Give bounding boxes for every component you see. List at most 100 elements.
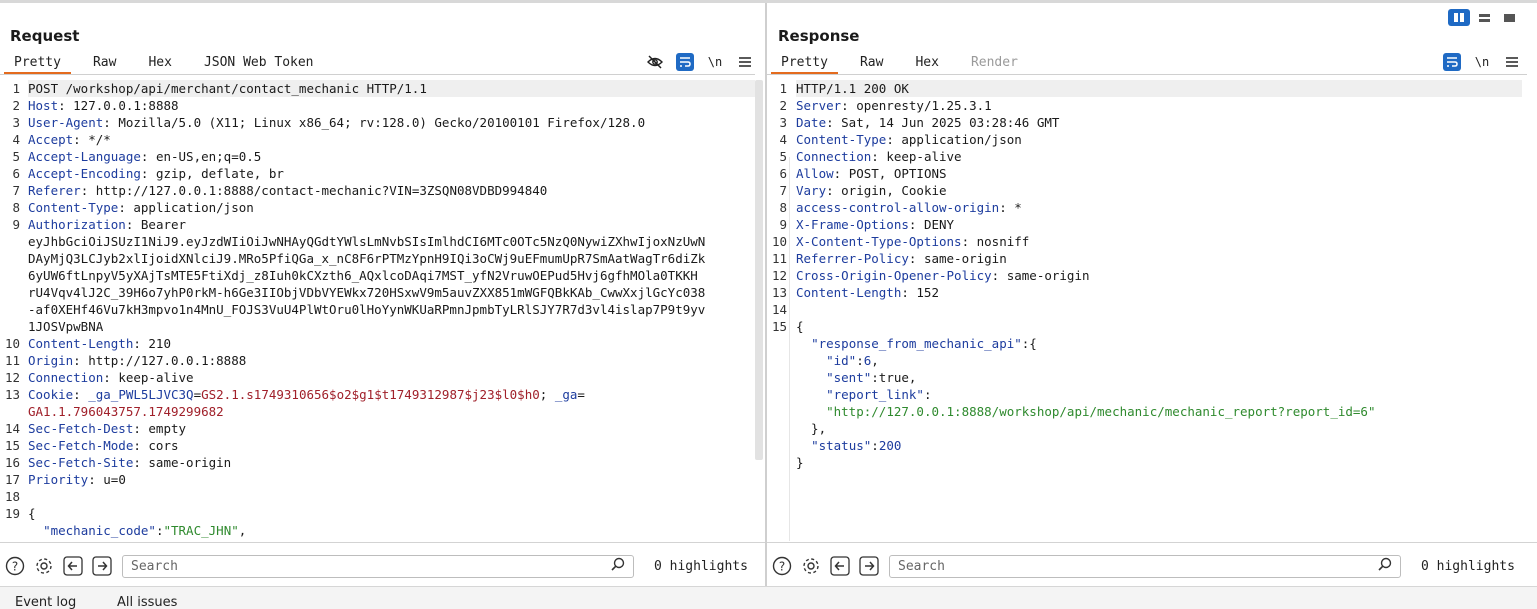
request-line-number (0, 522, 20, 539)
request-line-number: 3 (12, 115, 20, 130)
response-code-line: HTTP/1.1 200 OK (796, 80, 1522, 97)
response-tab-underline (767, 74, 1527, 75)
header-name: User-Agent (28, 115, 104, 130)
request-line-number: 1 (12, 81, 20, 96)
request-tab-json-web-token[interactable]: JSON Web Token (194, 53, 324, 74)
request-line-number (0, 250, 20, 267)
header-name: Referer (28, 183, 81, 198)
response-code-line: Date: Sat, 14 Jun 2025 03:28:46 GMT (796, 114, 1522, 131)
request-line-number: 8 (12, 200, 20, 215)
request-code-line: { (28, 505, 755, 522)
response-code-line: Content-Type: application/json (796, 131, 1522, 148)
json-key: "id" (826, 353, 857, 368)
request-code[interactable]: POST /workshop/api/merchant/contact_mech… (28, 80, 755, 541)
code-text: : http://127.0.0.1:8888 (73, 353, 247, 368)
response-code-line: "report_link": (796, 386, 1522, 403)
request-line-number: 14 (4, 421, 20, 436)
arrow-right-icon[interactable] (91, 555, 113, 577)
request-tab-pretty[interactable]: Pretty (4, 53, 71, 74)
request-line-number (0, 318, 20, 335)
response-editor[interactable]: 1 2 3 4 5 6 7 8 9 10 11 12 13 14 15 HTTP/1.1 200 OK Ser… (767, 80, 1522, 541)
header-name: Priority (28, 472, 89, 487)
header-name: Sec-Fetch-Dest (28, 421, 134, 436)
response-line-number (767, 437, 787, 454)
response-line-number: 14 (771, 302, 787, 317)
request-code-line: Sec-Fetch-Dest: empty (28, 420, 755, 437)
request-tab-raw[interactable]: Raw (83, 53, 126, 74)
code-text: : 127.0.0.1:8888 (58, 98, 179, 113)
response-code-line: Cross-Origin-Opener-Policy: same-origin (796, 267, 1522, 284)
help-icon[interactable]: ? (771, 555, 793, 577)
json-key: "response_from_mechanic_api" (811, 336, 1022, 351)
header-name: Cross-Origin-Opener-Policy (796, 268, 992, 283)
response-code-line: Referrer-Policy: same-origin (796, 250, 1522, 267)
response-code[interactable]: HTTP/1.1 200 OK Server: openresty/1.25.3.… (796, 80, 1522, 471)
header-name: Content-Type (796, 132, 887, 147)
code-text: = (193, 387, 202, 402)
request-editor[interactable]: 1 2 3 4 5 6 7 8 9 10 11 12 13 14 15 16 17 18 19 POST /work… (0, 80, 755, 541)
code-text: : DENY (908, 217, 955, 232)
code-text: : keep-alive (871, 149, 962, 164)
request-line-number (0, 403, 20, 420)
header-name: Accept (28, 132, 74, 147)
code-text: eyJhbGciOiJSUzI1NiJ9.eyJzdWIiOiJwNHAyQGd… (28, 234, 706, 249)
header-name: Accept-Encoding (28, 166, 141, 181)
request-scrollbar[interactable] (755, 80, 763, 460)
arrow-left-icon[interactable] (829, 555, 851, 577)
code-text: 1JOSVpwBNA (28, 319, 104, 334)
header-name: Host (28, 98, 59, 113)
code-text: : Mozilla/5.0 (X11; Linux x86_64; rv:128… (103, 115, 646, 130)
response-line-number: 2 (779, 98, 787, 113)
request-code-line: rU4Vqv4lJ2C_39H6o7yhP0rkM-h6Ge3IIObjVDbV… (28, 284, 755, 301)
header-name: Authorization (28, 217, 126, 232)
eye-off-icon[interactable] (646, 53, 664, 71)
response-tab-pretty[interactable]: Pretty (771, 53, 838, 74)
request-code-line: "mechanic_code": "TRAC_JHN", (28, 522, 755, 539)
newline-icon[interactable]: \n (1473, 53, 1491, 71)
response-code-line: "sent":true, (796, 369, 1522, 386)
header-name: Accept-Language (28, 149, 141, 164)
arrow-left-icon[interactable] (62, 555, 84, 577)
menu-icon[interactable] (1503, 53, 1521, 71)
help-icon[interactable]: ? (4, 555, 26, 577)
response-tab-raw[interactable]: Raw (850, 53, 893, 74)
event-log-tab[interactable]: Event log (15, 595, 76, 609)
request-bottom-divider (0, 542, 765, 543)
wrap-icon[interactable] (676, 53, 694, 71)
response-highlights-count: 0 highlights (1421, 558, 1515, 574)
code-text: : (856, 353, 864, 368)
request-tool-icons: \n (646, 53, 754, 71)
arrow-right-icon[interactable] (858, 555, 880, 577)
search-icon[interactable] (611, 557, 625, 575)
code-text: rU4Vqv4lJ2C_39H6o7yhP0rkM-h6Ge3IIObjVDbV… (28, 285, 706, 300)
response-code-line: "status":200 (796, 437, 1522, 454)
response-title: Response (778, 27, 860, 45)
request-code-line: DAyMjQ3LCJyb2xlIjoidXNlciJ9.MRo5PfiQGa_x… (28, 250, 755, 267)
response-tab-hex[interactable]: Hex (905, 53, 948, 74)
wrap-icon[interactable] (1443, 53, 1461, 71)
request-title: Request (10, 27, 80, 45)
response-line-number: 5 (779, 149, 787, 164)
response-line-number: 1 (779, 81, 787, 96)
cookie-value: GA1.1.796043757.1749299682 (28, 404, 224, 419)
request-tab-hex[interactable]: Hex (138, 53, 181, 74)
request-search-input[interactable] (131, 558, 611, 574)
menu-icon[interactable] (736, 53, 754, 71)
response-tab-render[interactable]: Render (961, 53, 1028, 74)
response-line-number: 7 (779, 183, 787, 198)
request-line-number: 5 (12, 149, 20, 164)
response-search-input[interactable] (898, 558, 1378, 574)
request-line-number: 4 (12, 132, 20, 147)
request-code-line: Referer: http://127.0.0.1:8888/contact-m… (28, 182, 755, 199)
request-line-number: 15 (4, 438, 20, 453)
request-line-number: 12 (4, 370, 20, 385)
search-icon[interactable] (1378, 557, 1392, 575)
all-issues-tab[interactable]: All issues (117, 595, 177, 609)
gear-icon[interactable] (800, 555, 822, 577)
newline-icon[interactable]: \n (706, 53, 724, 71)
code-text: : (871, 438, 879, 453)
gear-icon[interactable] (33, 555, 55, 577)
request-code-line: -af0XEHf46Vu7kH3mpvo1n4MnU_FOJS3VuU4PlWt… (28, 301, 755, 318)
request-line-numbers: 1 2 3 4 5 6 7 8 9 10 11 12 13 14 15 16 17 18 19 (0, 80, 23, 541)
